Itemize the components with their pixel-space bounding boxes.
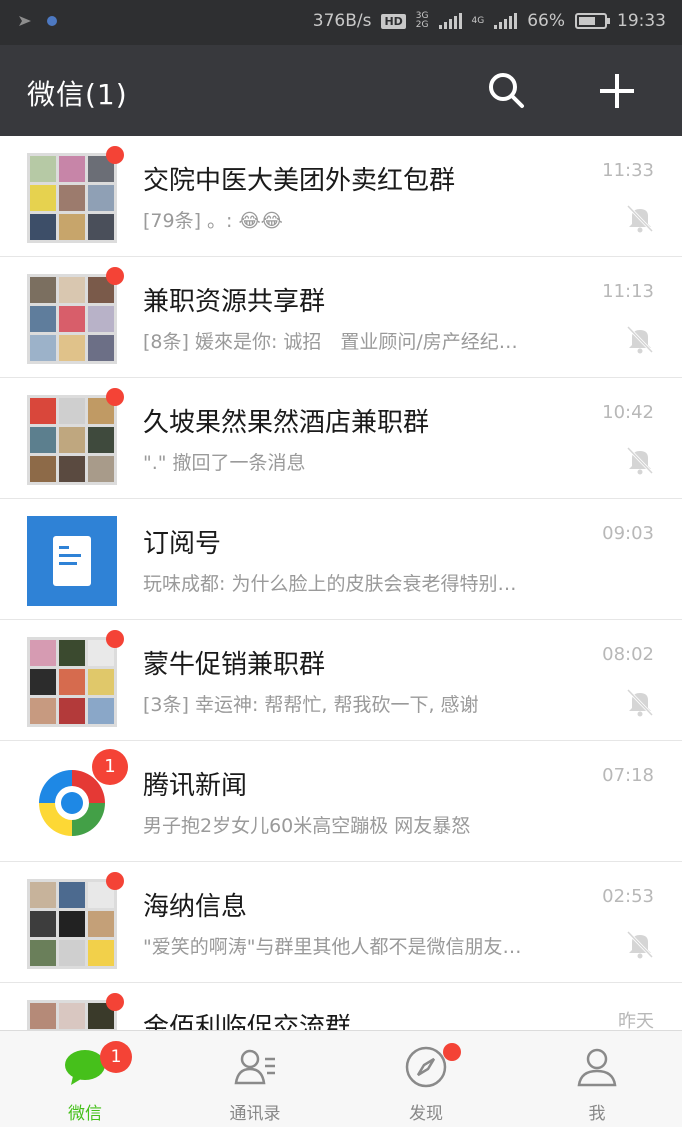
group-avatar	[27, 879, 117, 969]
chat-preview: "." 撤回了一条消息	[143, 452, 306, 474]
group-avatar	[27, 274, 117, 364]
hd-badge: HD	[381, 13, 406, 29]
network-speed: 376B/s	[312, 11, 372, 31]
chat-row[interactable]: 交院中医大美团外卖红包群 [79条] 。: 😂😂 11:33	[0, 136, 682, 257]
chat-name: 兼职资源共享群	[143, 287, 326, 317]
unread-dot	[106, 267, 124, 285]
status-bar: 376B/s HD 3G 2G 4G 66% 19:33	[0, 0, 682, 45]
tab-me[interactable]: 我	[512, 1031, 682, 1128]
subscription-avatar	[27, 516, 117, 606]
chat-time: 11:13	[602, 281, 654, 302]
tab-label: 微信	[68, 1104, 102, 1124]
compass-icon	[405, 1046, 447, 1088]
arrow-notification-icon	[19, 16, 31, 26]
app-header: 微信(1)	[0, 45, 682, 136]
muted-bell-icon	[626, 688, 654, 717]
sim1-label: 3G 2G	[415, 11, 429, 30]
chat-name: 蒙牛促销兼职群	[143, 650, 326, 680]
document-icon	[53, 536, 91, 586]
tab-label: 通讯录	[229, 1104, 281, 1124]
chat-time: 昨天	[618, 1011, 654, 1030]
unread-dot	[106, 872, 124, 890]
person-icon	[577, 1048, 617, 1087]
muted-bell-icon	[626, 446, 654, 475]
page-title: 微信(1)	[27, 78, 128, 111]
signal-icon	[438, 13, 462, 29]
tab-contacts[interactable]: 通讯录	[170, 1031, 340, 1128]
chat-row[interactable]: 兼职资源共享群 [8条] 媛來是你: 诚招 置业顾问/房产经纪… 11:13	[0, 257, 682, 378]
chat-row[interactable]: 久坡果然果然酒店兼职群 "." 撤回了一条消息 10:42	[0, 378, 682, 499]
tab-label: 发现	[409, 1104, 443, 1124]
signal-icon	[494, 13, 518, 29]
chat-preview: "爱笑的啊涛"与群里其他人都不是微信朋友…	[143, 936, 522, 958]
chat-row[interactable]: 海纳信息 "爱笑的啊涛"与群里其他人都不是微信朋友… 02:53	[0, 862, 682, 983]
battery-icon	[575, 13, 610, 29]
muted-bell-icon	[626, 204, 654, 233]
group-avatar	[27, 1000, 117, 1030]
battery-percent: 66%	[527, 11, 565, 31]
chat-row[interactable]: 蒙牛促销兼职群 [3条] 幸运神: 帮帮忙, 帮我砍一下, 感谢 08:02	[0, 620, 682, 741]
group-avatar	[27, 153, 117, 243]
unread-dot	[443, 1043, 461, 1061]
chat-time: 08:02	[602, 644, 654, 665]
plus-icon[interactable]	[598, 72, 636, 110]
chat-name: 腾讯新闻	[143, 771, 248, 801]
chat-preview: [3条] 幸运神: 帮帮忙, 帮我砍一下, 感谢	[143, 694, 479, 716]
app-notification-icon	[47, 16, 57, 26]
unread-count-badge: 1	[92, 749, 128, 785]
unread-dot	[106, 388, 124, 406]
chat-row[interactable]: 金佰利临促交流群 昨天	[0, 983, 682, 1030]
chat-name: 久坡果然果然酒店兼职群	[143, 408, 430, 438]
clock: 19:33	[617, 11, 666, 31]
muted-bell-icon	[626, 325, 654, 354]
chat-preview: [79条] 。: 😂😂	[143, 210, 283, 232]
unread-dot	[106, 993, 124, 1011]
chat-preview: 玩味成都: 为什么脸上的皮肤会衰老得特别…	[143, 573, 517, 595]
tab-chats[interactable]: 1 微信	[0, 1031, 170, 1128]
tab-discover[interactable]: 发现	[341, 1031, 511, 1128]
chat-preview: 男子抱2岁女儿60米高空蹦极 网友暴怒	[143, 815, 471, 837]
contacts-icon	[234, 1049, 275, 1085]
muted-bell-icon	[626, 930, 654, 959]
bottom-tab-bar: 1 微信 通讯录 发现 我	[0, 1030, 682, 1127]
unread-dot	[106, 630, 124, 648]
group-avatar	[27, 637, 117, 727]
chat-preview: [8条] 媛來是你: 诚招 置业顾问/房产经纪…	[143, 331, 518, 353]
unread-dot	[106, 146, 124, 164]
sim2-label: 4G	[471, 15, 485, 26]
chat-name: 交院中医大美团外卖红包群	[143, 166, 456, 196]
chat-list: 交院中医大美团外卖红包群 [79条] 。: 😂😂 11:33 兼职资源共享群 […	[0, 136, 682, 1030]
chat-name: 海纳信息	[143, 892, 248, 922]
unread-count-badge: 1	[100, 1041, 132, 1073]
chat-name: 金佰利临促交流群	[143, 1013, 352, 1030]
chat-row[interactable]: 订阅号 玩味成都: 为什么脸上的皮肤会衰老得特别… 09:03	[0, 499, 682, 620]
chat-row[interactable]: 1 腾讯新闻 男子抱2岁女儿60米高空蹦极 网友暴怒 07:18	[0, 741, 682, 862]
chat-time: 09:03	[602, 523, 654, 544]
chat-time: 07:18	[602, 765, 654, 786]
chat-time: 11:33	[602, 160, 654, 181]
tab-label: 我	[588, 1104, 606, 1124]
chat-time: 10:42	[602, 402, 654, 423]
chat-name: 订阅号	[143, 529, 222, 559]
chat-time: 02:53	[602, 886, 654, 907]
group-avatar	[27, 395, 117, 485]
search-icon[interactable]	[486, 70, 526, 110]
